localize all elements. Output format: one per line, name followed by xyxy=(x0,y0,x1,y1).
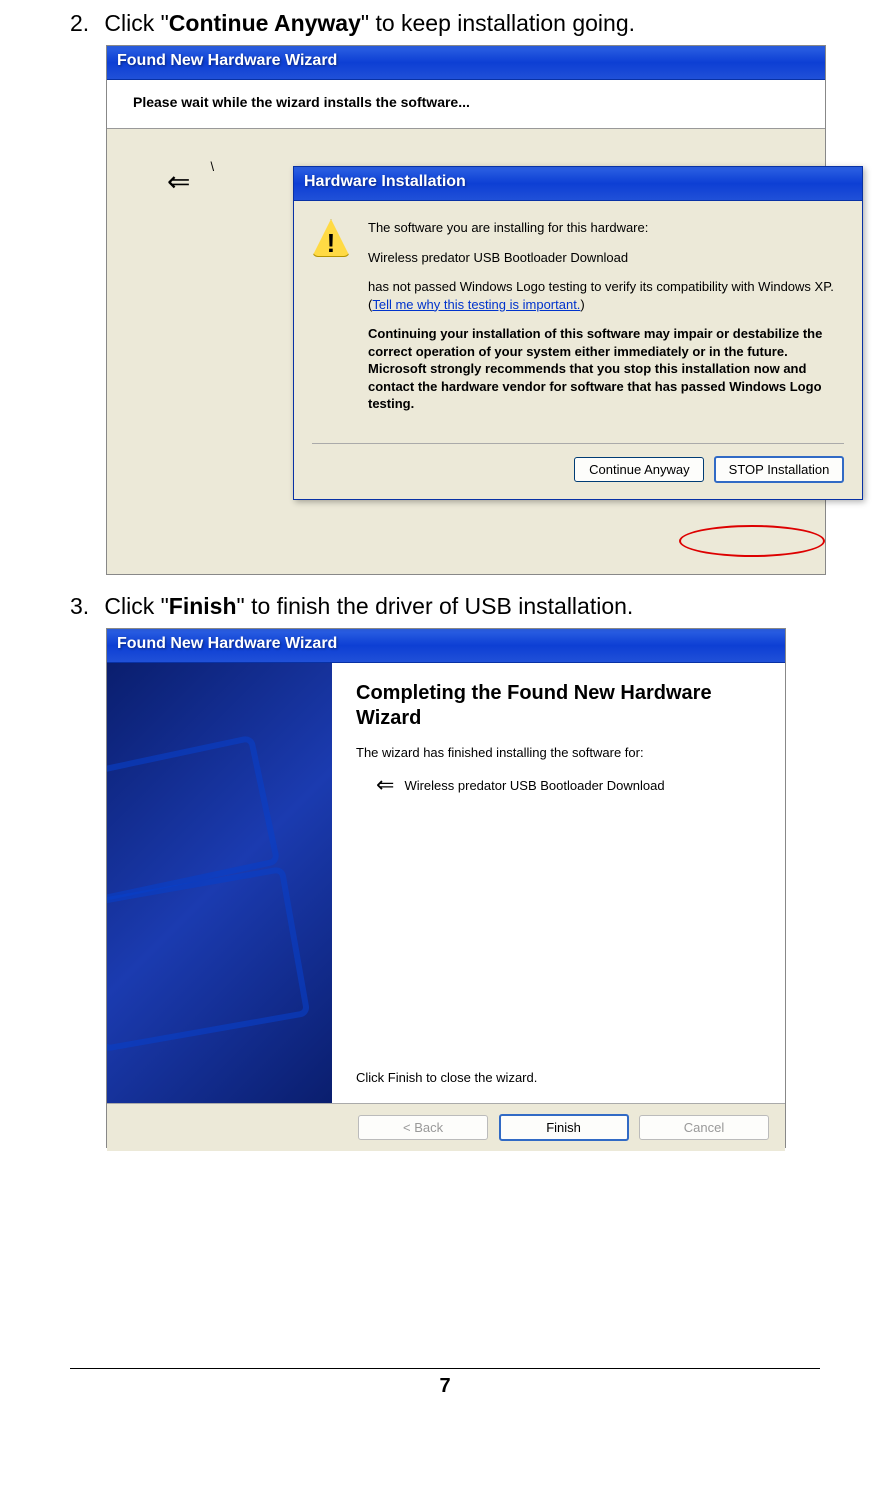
red-highlight-oval xyxy=(679,525,825,557)
wizard2-side-graphic xyxy=(107,663,332,1103)
hwdlg-link[interactable]: Tell me why this testing is important. xyxy=(372,297,580,312)
step-3-instruction: 3. Click "Finish" to finish the driver o… xyxy=(70,593,850,620)
step-3-post: " to finish the driver of USB installati… xyxy=(237,593,634,619)
back-button: < Back xyxy=(358,1115,488,1140)
hwdlg-logo-line: has not passed Windows Logo testing to v… xyxy=(368,278,844,313)
hwdlg-body: ! The software you are installing for th… xyxy=(294,201,862,435)
step-2-instruction: 2. Click "Continue Anyway" to keep insta… xyxy=(70,10,850,37)
document-page: 2. Click "Continue Anyway" to keep insta… xyxy=(0,0,890,1418)
device-icon: ⇐ xyxy=(376,772,394,798)
footer-divider xyxy=(70,1368,820,1369)
hwdlg-device: Wireless predator USB Bootloader Downloa… xyxy=(368,249,844,267)
hardware-installation-dialog: Hardware Installation ! The software you… xyxy=(293,166,863,500)
wizard2-footer: < Back Finish Cancel xyxy=(107,1103,785,1151)
stop-installation-button[interactable]: STOP Installation xyxy=(714,456,844,483)
step-2-number: 2. xyxy=(70,10,98,37)
page-number: 7 xyxy=(40,1375,850,1398)
screenshot-1: Found New Hardware Wizard Please wait wh… xyxy=(106,45,826,575)
finish-button[interactable]: Finish xyxy=(499,1114,629,1141)
hwdlg-line2b: ) xyxy=(580,297,584,312)
wizard2-titlebar: Found New Hardware Wizard xyxy=(107,629,785,663)
hwdlg-titlebar: Hardware Installation xyxy=(294,167,862,201)
warning-icon: ! xyxy=(312,219,350,257)
wizard2-body: Completing the Found New Hardware Wizard… xyxy=(107,663,785,1103)
wizard2-main: Completing the Found New Hardware Wizard… xyxy=(332,663,785,1103)
wizard2-device-name: Wireless predator USB Bootloader Downloa… xyxy=(404,778,664,793)
screenshot-2: Found New Hardware Wizard Completing the… xyxy=(106,628,786,1148)
wizard2-line1: The wizard has finished installing the s… xyxy=(356,745,761,760)
hwdlg-button-row: Continue Anyway STOP Installation xyxy=(294,444,862,499)
cancel-button: Cancel xyxy=(639,1115,769,1140)
step-2-bold: Continue Anyway xyxy=(169,10,361,36)
wizard2-heading: Completing the Found New Hardware Wizard xyxy=(356,681,761,731)
step-3-bold: Finish xyxy=(169,593,237,619)
step-3-number: 3. xyxy=(70,593,98,620)
step-3-pre: Click " xyxy=(104,593,168,619)
hwdlg-warning-paragraph: Continuing your installation of this sof… xyxy=(368,325,844,413)
step-2-post: " to keep installation going. xyxy=(361,10,635,36)
hwdlg-text: The software you are installing for this… xyxy=(368,219,844,425)
wizard2-close-line: Click Finish to close the wizard. xyxy=(356,1070,761,1085)
wizard1-titlebar: Found New Hardware Wizard xyxy=(107,46,825,80)
wizard1-truncated-text: \ xyxy=(210,159,214,174)
hwdlg-line1: The software you are installing for this… xyxy=(368,219,844,237)
wizard1-header: Please wait while the wizard installs th… xyxy=(107,80,825,129)
continue-anyway-button[interactable]: Continue Anyway xyxy=(574,457,704,482)
wizard2-device-row: ⇐ Wireless predator USB Bootloader Downl… xyxy=(376,772,761,798)
step-2-pre: Click " xyxy=(104,10,168,36)
usb-icon: ⇐ xyxy=(167,165,190,198)
